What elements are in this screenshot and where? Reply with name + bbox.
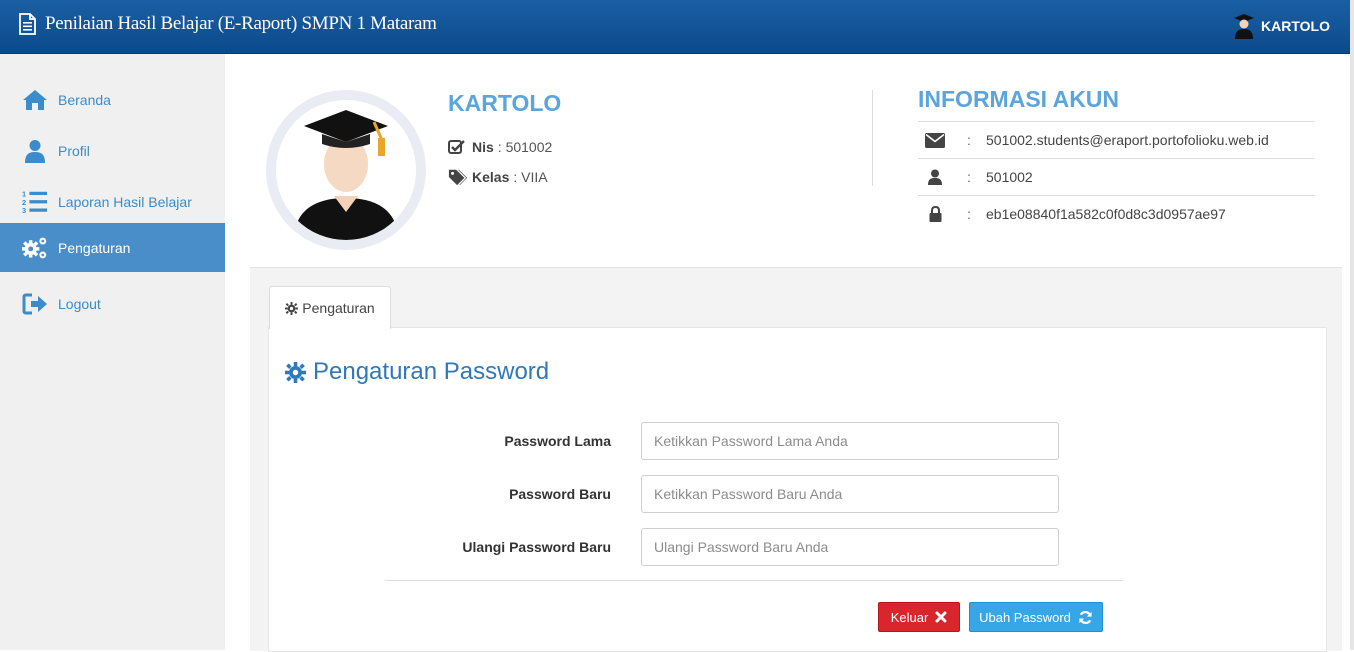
ordered-list-icon: 1 2 3 [22,189,48,215]
top-navbar: Penilaian Hasil Belajar (E-Raport) SMPN … [0,0,1350,54]
sidebar-item-pengaturan[interactable]: Pengaturan [0,223,228,272]
user-icon [918,169,952,185]
old-password-label: Password Lama [504,433,611,449]
account-row-password: : eb1e08840f1a582c0f0d8c3d0957ae97 [918,195,1315,232]
document-icon [19,13,36,35]
sign-out-icon [22,291,48,317]
new-password-label: Password Baru [509,486,611,502]
student-name: KARTOLO [448,90,562,116]
tab-pengaturan[interactable]: Pengaturan [269,286,391,329]
form-divider [385,580,1123,581]
svg-text:3: 3 [22,206,26,215]
lock-icon [918,206,952,222]
account-username: 501002 [986,169,1033,185]
nis-label: Nis [472,139,494,155]
user-menu[interactable]: KARTOLO [1233,13,1330,39]
sidebar-item-logout[interactable]: Logout [0,279,228,328]
divider [872,90,873,186]
account-row-email: : 501002.students@eraport.portofolioku.w… [918,121,1315,158]
new-password-input[interactable] [641,475,1059,513]
confirm-password-label: Ulangi Password Baru [462,539,611,555]
nis-line: Nis : 501002 [448,138,552,156]
gear-icon [285,361,307,383]
sidebar-item-label: Profil [58,142,90,159]
user-name: KARTOLO [1261,18,1330,34]
home-icon [22,87,48,113]
account-email: 501002.students@eraport.portofolioku.web… [986,132,1269,148]
old-password-input[interactable] [641,422,1059,460]
gear-icon [285,301,299,315]
sidebar-item-profil[interactable]: Profil [0,126,228,175]
sidebar-item-laporan[interactable]: 1 2 3 Laporan Hasil Belajar [0,177,228,226]
section-title: Pengaturan Password [285,358,549,386]
confirm-password-input[interactable] [641,528,1059,566]
account-info-table: : 501002.students@eraport.portofolioku.w… [918,121,1315,232]
kelas-value: : VIIA [513,169,548,185]
close-icon [935,611,947,623]
gears-icon [22,235,48,261]
brand[interactable]: Penilaian Hasil Belajar (E-Raport) SMPN … [18,13,437,35]
ubah-password-button[interactable]: Ubah Password [969,602,1103,632]
graduate-avatar-icon [276,100,416,240]
account-password-hash: eb1e08840f1a582c0f0d8c3d0957ae97 [986,206,1226,222]
keluar-button-label: Keluar [890,609,929,625]
ubah-password-button-label: Ubah Password [979,609,1071,625]
profile-photo [266,90,426,250]
tags-icon [448,168,468,186]
kelas-line: Kelas : VIIA [448,168,548,186]
sidebar-item-label: Laporan Hasil Belajar [58,193,192,210]
user-icon [22,138,48,164]
sidebar-item-beranda[interactable]: Beranda [0,75,228,124]
graduate-avatar-icon [1234,14,1255,39]
envelope-icon [918,132,952,148]
nis-value: : 501002 [497,139,553,155]
app-title: Penilaian Hasil Belajar (E-Raport) SMPN … [45,13,437,34]
account-info-title: INFORMASI AKUN [918,86,1120,112]
refresh-icon [1078,610,1093,625]
keluar-button[interactable]: Keluar [878,602,960,632]
check-square-icon [448,138,468,156]
page-scrollbar[interactable] [1350,0,1354,650]
account-row-username: : 501002 [918,158,1315,195]
tab-label: Pengaturan [302,300,375,316]
sidebar-item-label: Beranda [58,91,111,108]
sidebar-item-label: Logout [58,295,101,312]
section-title-text: Pengaturan Password [313,358,550,385]
sidebar-item-label: Pengaturan [58,239,131,256]
kelas-label: Kelas [472,169,510,185]
